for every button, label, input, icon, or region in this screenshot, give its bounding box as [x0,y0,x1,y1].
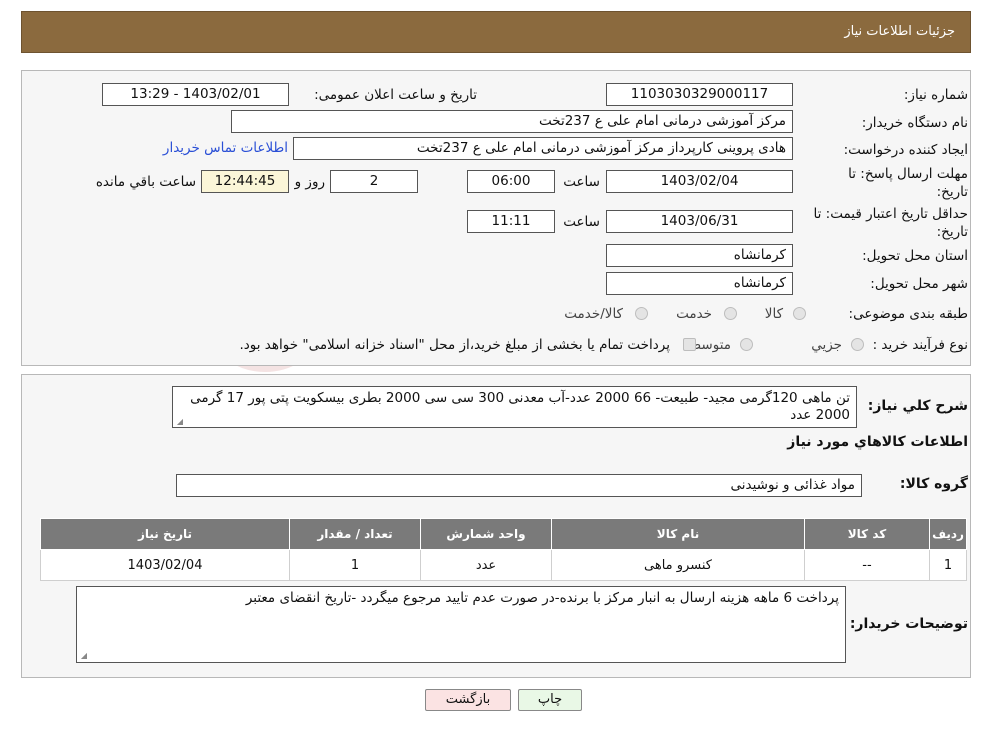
treasury-note: پرداخت تمام یا بخشی از مبلغ خرید،از محل … [239,337,670,353]
remaining-time-field: 12:44:45 [201,170,289,193]
deadline-time-label: ساعت [563,174,600,190]
validity-label-2: تاریخ: [936,224,968,240]
category-goods-radio[interactable] [793,307,806,320]
category-service-label: خدمت [676,306,712,322]
goods-group-label: گروه کالا: [899,476,968,492]
cell-row: 1 [929,549,967,581]
buyer-org-label: نام دستگاه خریدار: [861,115,968,131]
province-field: کرمانشاه [606,244,793,267]
validity-label: حداقل تاریخ اعتبار قیمت: تا [813,206,968,222]
category-service-radio[interactable] [724,307,737,320]
deadline-label: مهلت ارسال پاسخ: تا [848,166,968,182]
announce-label: تاریخ و ساعت اعلان عمومی: [314,87,477,103]
treasury-checkbox[interactable] [683,338,696,351]
category-goods-service-label: کالا/خدمت [564,306,623,322]
validity-time-field: 11:11 [467,210,555,233]
cell-unit: عدد [420,549,552,581]
col-qty: تعداد / مقدار [289,518,421,550]
category-label: طبقه بندی موضوعی: [848,306,968,322]
resize-handle-icon[interactable]: ◢ [175,418,183,426]
cell-date: 1403/02/04 [40,549,290,581]
description-label: شرح کلي نياز: [867,398,968,414]
creator-label: ایجاد کننده درخواست: [843,142,968,158]
deadline-label-2: تاریخ: [936,184,968,200]
col-row: رديف [929,518,967,550]
back-button[interactable]: بازگشت [425,689,511,711]
validity-date-field: 1403/06/31 [606,210,793,233]
process-minor-radio[interactable] [851,338,864,351]
category-goods-service-radio[interactable] [635,307,648,320]
col-date: تاريخ نياز [40,518,290,550]
announce-field: 1403/02/01 - 13:29 [102,83,289,106]
col-unit: واحد شمارش [420,518,552,550]
resize-handle-icon[interactable]: ◢ [79,652,87,660]
need-number-field: 1103030329000117 [606,83,793,106]
deadline-date-field: 1403/02/04 [606,170,793,193]
cell-qty: 1 [289,549,421,581]
buyer-notes-label: توضیحات خریدار: [849,616,968,632]
days-label: روز و [294,174,325,190]
description-field: تن ماهی 120گرمی مجید- طبیعت- 66 2000 عدد… [172,386,857,428]
buyer-contact-link[interactable]: اطلاعات تماس خریدار [163,140,288,156]
print-button[interactable]: چاپ [518,689,582,711]
process-minor-label: جزیي [811,337,842,353]
buyer-notes-field: پرداخت 6 ماهه هزینه ارسال به انبار مرکز … [76,586,846,663]
cell-code: -- [804,549,930,581]
days-field: 2 [330,170,418,193]
table-row: 1 -- کنسرو ماهی عدد 1 1403/02/04 [40,549,967,581]
page-title: جزئیات اطلاعات نیاز [844,24,955,39]
creator-field: هادی پروینی کارپرداز مرکز آموزشی درمانی … [293,137,793,160]
deadline-time-field: 06:00 [467,170,555,193]
need-number-label: شماره نیاز: [903,87,968,103]
col-code: کد کالا [804,518,930,550]
remaining-label: ساعت باقي مانده [95,174,196,190]
page-header: جزئیات اطلاعات نیاز [21,11,971,53]
col-name: نام کالا [551,518,805,550]
goods-info-title: اطلاعات کالاهاي مورد نياز [787,434,968,450]
city-label: شهر محل تحویل: [870,276,968,292]
process-medium-radio[interactable] [740,338,753,351]
category-goods-label: کالا [764,306,783,322]
buyer-org-field: مرکز آموزشی درمانی امام علی ع 237تخت [231,110,793,133]
goods-table: رديف کد کالا نام کالا واحد شمارش تعداد /… [40,518,967,581]
table-header-row: رديف کد کالا نام کالا واحد شمارش تعداد /… [40,518,967,550]
validity-time-label: ساعت [563,214,600,230]
goods-group-field: مواد غذائی و نوشیدنی [176,474,862,497]
process-label: نوع فرآیند خرید : [872,337,968,353]
province-label: استان محل تحویل: [862,248,968,264]
cell-name: کنسرو ماهی [551,549,805,581]
city-field: کرمانشاه [606,272,793,295]
